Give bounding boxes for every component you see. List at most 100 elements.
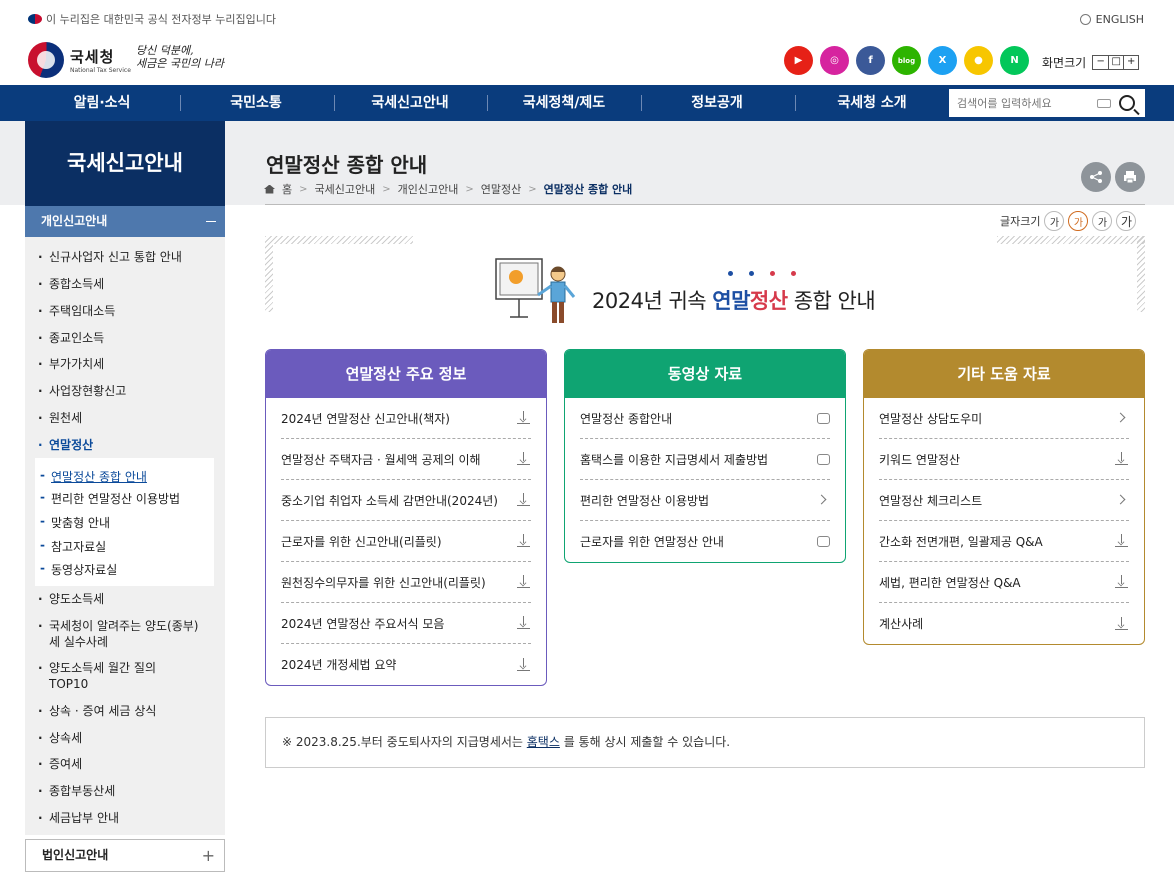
video-icon [817, 536, 830, 547]
nav-item-communication[interactable]: 국민소통 [196, 85, 316, 121]
card-other-help: 기타 도움 자료 연말정산 상담도우미 키워드 연말정산 연말정산 체크리스트 간소화 … [863, 349, 1145, 645]
nav-item-news[interactable]: 알림·소식 [40, 85, 164, 121]
logo-title: 국세청 [70, 48, 115, 66]
video-icon [817, 453, 830, 465]
collapse-icon [206, 221, 216, 222]
banner-title: 2024년 귀속 연말정산 종합 안내 [592, 289, 876, 313]
download-icon [517, 493, 531, 507]
card-link-item[interactable]: 원천징수의무자를 위한 신고안내(리플릿) [281, 562, 531, 603]
blog-icon[interactable]: blog [892, 46, 921, 75]
sidebar-item[interactable]: 종교인소득 [25, 330, 225, 346]
share-button[interactable] [1081, 162, 1111, 192]
card-link-item[interactable]: 중소기업 취업자 소득세 감면안내(2024년) [281, 480, 531, 521]
card-link-item[interactable]: 연말정산 종합안내 [580, 398, 830, 439]
sidebar-item[interactable]: 종합부동산세 [25, 783, 225, 799]
download-icon [517, 616, 531, 630]
card-video: 동영상 자료 연말정산 종합안내 홈택스를 이용한 지급명세서 제출방법 편리한 연말… [564, 349, 846, 563]
sidebar-item[interactable]: 증여세 [25, 756, 225, 772]
hometax-link[interactable]: 홈택스 [527, 735, 560, 749]
card-link-item[interactable]: 키워드 연말정산 [879, 439, 1129, 480]
card-link-item[interactable]: 계산사례 [879, 603, 1129, 644]
font-size-normal[interactable]: 가 [1068, 211, 1089, 231]
font-size-small[interactable]: 가 [1044, 211, 1065, 231]
keyboard-icon[interactable] [1097, 98, 1111, 108]
sidebar-item[interactable]: 주택임대소득 [25, 303, 225, 319]
sidebar-item[interactable]: 상속 · 증여 세금 상식 [25, 703, 225, 719]
download-icon [517, 657, 531, 672]
sidebar-item[interactable]: 세금납부 안내 [25, 810, 225, 826]
expand-icon: + [201, 846, 215, 865]
sidebar-item[interactable]: 신규사업자 신고 통합 안내 [25, 249, 225, 265]
english-link[interactable]: ENGLISH [1079, 13, 1144, 26]
download-icon [1115, 452, 1129, 466]
nav-item-tax-policy[interactable]: 국세정책/제도 [500, 85, 628, 121]
chevron-right-icon [1115, 411, 1129, 425]
zoom-in-button[interactable]: + [1123, 56, 1138, 69]
screen-zoom: 화면크기 − □ + [1042, 54, 1140, 71]
font-size-xlarge[interactable]: 가 [1116, 211, 1137, 231]
search-input[interactable] [949, 96, 1089, 110]
font-size-large[interactable]: 가 [1092, 211, 1113, 231]
instagram-icon[interactable]: ◎ [820, 46, 849, 75]
card-link-item[interactable]: 연말정산 주택자금 · 월세액 공제의 이해 [281, 439, 531, 480]
submenu-item[interactable]: 동영상자료실 [35, 561, 117, 578]
download-icon [517, 411, 531, 425]
submenu-item-current[interactable]: 연말정산 종합 안내 [35, 468, 147, 485]
sidebar-item[interactable]: 종합소득세 [25, 276, 225, 292]
print-icon [1124, 171, 1136, 184]
youtube-icon[interactable]: ▶ [784, 46, 813, 75]
card-link-item[interactable]: 2024년 연말정산 신고안내(책자) [281, 398, 531, 439]
sidebar-item[interactable]: 양도소득세 [25, 591, 225, 607]
gov-notice: 이 누리집은 대한민국 공식 전자정부 누리집입니다 [28, 11, 276, 27]
sidebar-item[interactable]: 양도소득세 월간 질의 TOP10 [25, 660, 195, 692]
card-link-item[interactable]: 편리한 연말정산 이용방법 [580, 480, 830, 521]
submenu-item[interactable]: 참고자료실 [35, 538, 106, 555]
x-icon[interactable]: X [928, 46, 957, 75]
sidebar-item[interactable]: 국세청이 알려주는 양도(종부)세 실수사례 [25, 618, 205, 650]
sidebar-item[interactable]: 사업장현황신고 [25, 383, 225, 399]
title-dots [728, 271, 796, 276]
sidebar-section-corporate[interactable]: 법인신고안내 + [25, 839, 225, 872]
notice-box: ※ 2023.8.25.부터 중도퇴사자의 지급명세서는 홈택스 를 통해 상시… [265, 717, 1145, 768]
print-button[interactable] [1115, 162, 1145, 192]
card-link-item[interactable]: 간소화 전면개편, 일괄제공 Q&A [879, 521, 1129, 562]
search-icon[interactable] [1119, 95, 1135, 111]
submenu-item[interactable]: 편리한 연말정산 이용방법 [35, 490, 180, 507]
nav-item-tax-filing[interactable]: 국세신고안내 [348, 85, 472, 121]
card-link-item[interactable]: 근로자를 위한 신고안내(리플릿) [281, 521, 531, 562]
card-link-item[interactable]: 홈택스를 이용한 지급명세서 제출방법 [580, 439, 830, 480]
nav-item-about[interactable]: 국세청 소개 [810, 85, 934, 121]
card-link-item[interactable]: 2024년 연말정산 주요서식 모음 [281, 603, 531, 644]
nts-emblem-icon [28, 42, 64, 78]
card-link-item[interactable]: 연말정산 상담도우미 [879, 398, 1129, 439]
sidebar-section-personal[interactable]: 개인신고안내 [25, 206, 225, 237]
naver-icon[interactable]: N [1000, 46, 1029, 75]
video-icon [817, 412, 830, 424]
nav-item-disclosure[interactable]: 정보공개 [655, 85, 779, 121]
home-icon[interactable] [264, 184, 275, 194]
card-link-item[interactable]: 2024년 개정세법 요약 [281, 644, 531, 685]
card-link-item[interactable]: 근로자를 위한 연말정산 안내 [580, 521, 830, 562]
presenter-illustration [495, 258, 576, 323]
search-box [949, 89, 1145, 117]
logo-subtitle: National Tax Service [70, 67, 131, 74]
facebook-icon[interactable]: f [856, 46, 885, 75]
sidebar-item[interactable]: 원천세 [25, 410, 225, 426]
sidebar-item[interactable]: 상속세 [25, 730, 225, 746]
breadcrumb: 홈 > 국세신고안내 > 개인신고안내 > 연말정산 > 연말정산 종합 안내 [264, 181, 632, 197]
card-link-item[interactable]: 세법, 편리한 연말정산 Q&A [879, 562, 1129, 603]
sidebar-item[interactable]: 부가가치세 [25, 356, 225, 372]
slogan: 당신 덕분에, 세금은 국민의 나라 [136, 44, 224, 70]
submenu-item[interactable]: 맞춤형 안내 [35, 514, 110, 531]
sidebar-item-year-end[interactable]: 연말정산 [25, 437, 225, 453]
chevron-right-icon [1115, 493, 1129, 507]
download-icon [1115, 534, 1129, 548]
title-divider [265, 204, 1145, 205]
kakao-icon[interactable]: ● [964, 46, 993, 75]
zoom-reset-button[interactable]: □ [1108, 56, 1123, 69]
card-title: 기타 도움 자료 [864, 350, 1144, 398]
zoom-out-button[interactable]: − [1093, 56, 1108, 69]
nts-logo[interactable]: 국세청 National Tax Service [28, 42, 131, 78]
font-size-control: 글자크기 가 가 가 가 [1000, 211, 1137, 231]
card-link-item[interactable]: 연말정산 체크리스트 [879, 480, 1129, 521]
